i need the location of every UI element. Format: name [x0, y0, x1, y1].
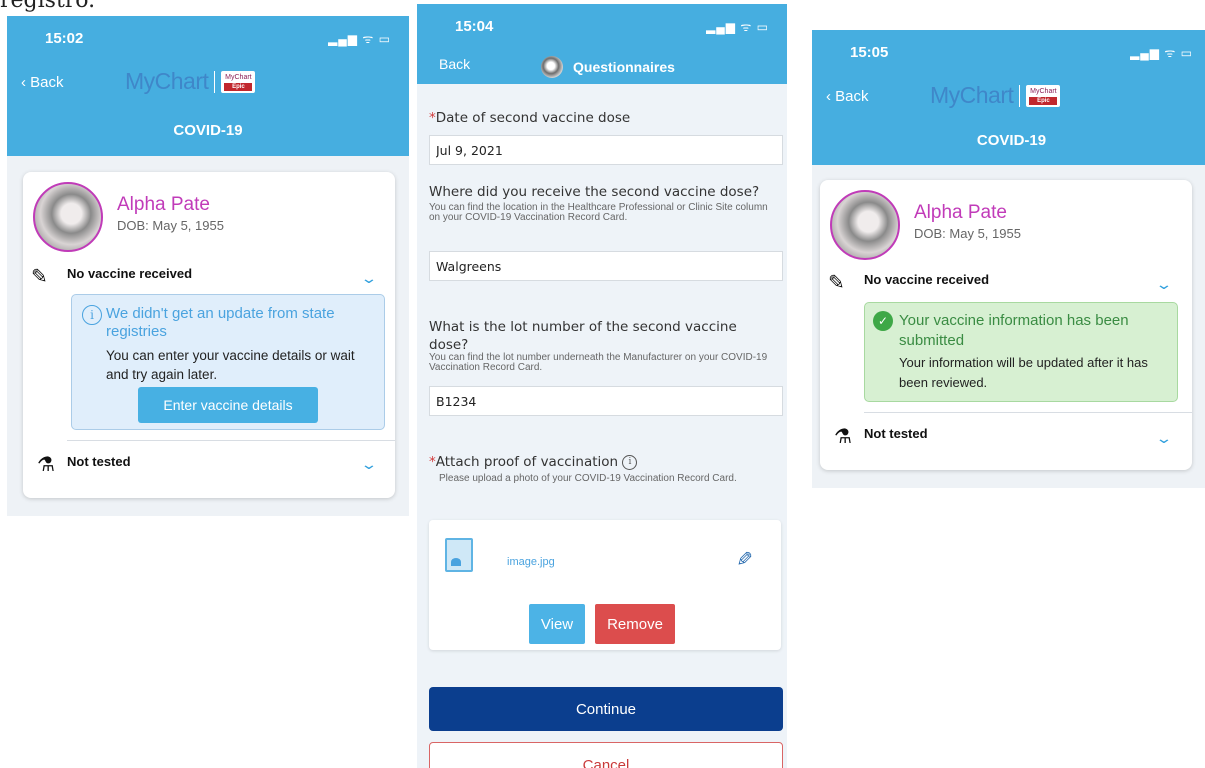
logo-text: MyChart — [125, 68, 209, 94]
chevron-down-icon[interactable]: ⌄ — [360, 270, 378, 287]
epic-badge: MyChart Epic — [1026, 84, 1061, 107]
screen-covid-submitted: 15:05 ▂▄▆ ᯤ ▭ ‹ Back MyChart MyChart Epic… — [812, 30, 1205, 488]
q1-label: *Date of second vaccine dose — [429, 110, 631, 126]
info-icon: i — [82, 305, 102, 325]
avatar — [33, 182, 103, 252]
status-time: 15:02 — [45, 30, 84, 47]
logo-divider — [1019, 84, 1021, 107]
upload-card: image.jpg ✎ View Remove — [429, 520, 781, 650]
q2-help: You can find the location in the Healthc… — [429, 202, 768, 223]
info-icon[interactable]: i — [622, 454, 638, 470]
registry-notice: i We didn't get an update from state reg… — [71, 294, 385, 430]
dose-location-field[interactable] — [429, 251, 783, 281]
flask-icon: ⚗ — [834, 426, 852, 448]
status-icons: ▂▄▆ ᯤ ▭ — [1130, 46, 1193, 60]
file-name[interactable]: image.jpg — [507, 556, 555, 568]
view-button[interactable]: View — [529, 604, 585, 644]
lot-number-field[interactable] — [429, 386, 783, 416]
back-button[interactable]: ‹ Back — [826, 88, 869, 105]
test-status[interactable]: Not tested — [67, 454, 131, 469]
q2-label: Where did you receive the second vaccine… — [429, 184, 760, 200]
vaccine-status[interactable]: No vaccine received — [864, 272, 989, 287]
status-icons: ▂▄▆ ᯤ ▭ — [328, 32, 391, 46]
notice-heading: Your vaccine information has been submit… — [899, 312, 1129, 349]
status-time: 15:05 — [850, 44, 889, 61]
avatar — [830, 190, 900, 260]
remove-button[interactable]: Remove — [595, 604, 675, 644]
cancel-button[interactable]: Cancel — [429, 742, 783, 768]
patient-name: Alpha Pate — [117, 194, 210, 215]
logo-divider — [214, 70, 216, 93]
title-text: Questionnaires — [573, 59, 675, 75]
page-top-text: registro. — [0, 0, 96, 13]
patient-card: Alpha Pate DOB: May 5, 1955 ✎ No vaccine… — [820, 180, 1192, 470]
second-dose-date-field[interactable] — [429, 135, 783, 165]
edit-icon[interactable]: ✎ — [731, 550, 756, 567]
image-file-icon — [445, 538, 473, 572]
syringe-icon: ✎ — [828, 272, 845, 294]
questionnaire-icon — [541, 56, 563, 78]
app-header: 15:04 ▂▄▆ ᯤ ▭ Back Questionnaires — [417, 4, 787, 84]
vaccine-status[interactable]: No vaccine received — [67, 266, 192, 281]
chevron-down-icon[interactable]: ⌄ — [360, 456, 378, 473]
q4-label: *Attach proof of vaccination i — [429, 454, 638, 470]
notice-body: Your information will be updated after i… — [899, 355, 1148, 390]
screen-covid-initial: 15:02 ▂▄▆ ᯤ ▭ ‹ Back MyChart MyChart Epic… — [7, 16, 409, 516]
submitted-notice: ✓ Your vaccine information has been subm… — [864, 302, 1178, 402]
back-button[interactable]: ‹ Back — [21, 74, 64, 91]
patient-dob: DOB: May 5, 1955 — [914, 226, 1021, 241]
syringe-icon: ✎ — [31, 266, 48, 288]
q3-label: What is the lot number of the second vac… — [429, 319, 737, 353]
status-time: 15:04 — [455, 18, 494, 35]
q4-help: Please upload a photo of your COVID-19 V… — [439, 473, 737, 484]
mychart-logo: MyChart MyChart Epic — [125, 68, 256, 95]
status-icons: ▂▄▆ ᯤ ▭ — [706, 20, 769, 34]
back-label: Back — [30, 74, 64, 91]
divider — [67, 440, 395, 441]
test-status[interactable]: Not tested — [864, 426, 928, 441]
page-title: COVID-19 — [173, 122, 243, 139]
mychart-logo: MyChart MyChart Epic — [930, 82, 1061, 109]
app-header: 15:05 ▂▄▆ ᯤ ▭ ‹ Back MyChart MyChart Epic… — [812, 30, 1205, 165]
divider — [864, 412, 1192, 413]
notice-body: You can enter your vaccine details or wa… — [106, 348, 355, 382]
screen-questionnaire: 15:04 ▂▄▆ ᯤ ▭ Back Questionnaires *Date … — [417, 4, 787, 768]
chevron-down-icon[interactable]: ⌄ — [1155, 430, 1173, 447]
chevron-down-icon[interactable]: ⌄ — [1155, 276, 1173, 293]
q3-help: You can find the lot number underneath t… — [429, 352, 768, 373]
flask-icon: ⚗ — [37, 454, 55, 476]
app-header: 15:02 ▂▄▆ ᯤ ▭ ‹ Back MyChart MyChart Epic… — [7, 16, 409, 156]
continue-button[interactable]: Continue — [429, 687, 783, 731]
page-title: COVID-19 — [976, 132, 1047, 149]
epic-badge: MyChart Epic — [221, 70, 256, 93]
patient-card: Alpha Pate DOB: May 5, 1955 ✎ No vaccine… — [23, 172, 395, 498]
enter-vaccine-details-button[interactable]: Enter vaccine details — [138, 387, 318, 423]
notice-heading: We didn't get an update from state regis… — [106, 305, 335, 340]
patient-name: Alpha Pate — [914, 202, 1007, 223]
page-title: Questionnaires — [541, 56, 675, 78]
logo-text: MyChart — [930, 82, 1014, 108]
back-button[interactable]: Back — [439, 56, 470, 72]
patient-dob: DOB: May 5, 1955 — [117, 218, 224, 233]
back-label: Back — [835, 88, 869, 105]
check-icon: ✓ — [873, 311, 893, 331]
